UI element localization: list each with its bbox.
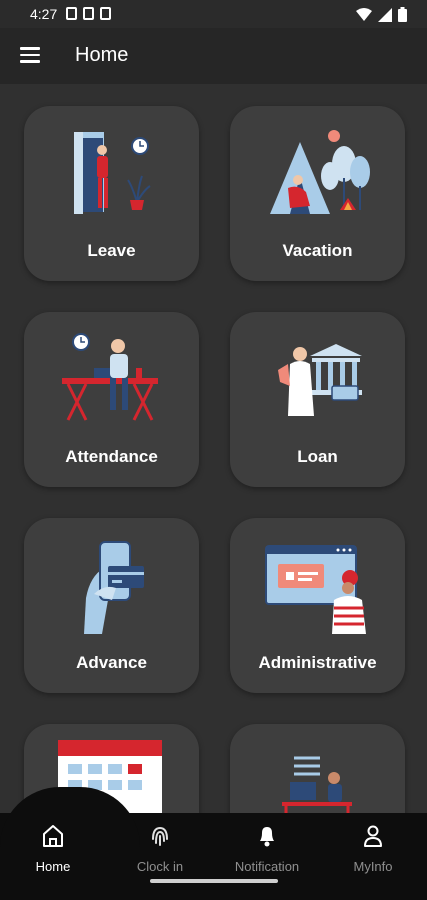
notification-icons [66,7,111,20]
bottom-navigation: Home Clock in Notification MyInfo [0,787,427,900]
status-bar: 4:27 [0,0,427,28]
nav-label: Notification [234,859,300,874]
signal-icon [378,7,392,22]
nav-label: MyInfo [353,859,393,874]
card-label: Advance [76,653,147,672]
nav-myinfo[interactable]: MyInfo [320,823,426,874]
card-label: Administrative [258,653,377,672]
wifi-icon [356,8,372,21]
attendance-card[interactable]: Attendance [24,312,199,487]
administrative-card[interactable]: Administrative [230,518,405,693]
card-label: Loan [297,447,338,466]
nav-label: Home [35,859,71,874]
workstation-illustration-icon [282,756,352,814]
card-label: Vacation [282,241,353,260]
nav-home[interactable]: Home [0,823,106,874]
loan-illustration-icon [278,344,362,416]
gesture-bar[interactable] [150,879,278,883]
nav-clock-in[interactable]: Clock in [107,823,213,874]
nav-notification[interactable]: Notification [214,823,320,874]
page-title: Home [75,44,129,66]
workstation-card[interactable] [230,724,405,814]
home-icon [43,825,63,847]
advance-illustration-icon [84,541,144,634]
advance-card[interactable]: Advance [24,518,199,693]
app-bar: Home [0,28,427,84]
person-icon [364,825,382,847]
nav-label: Clock in [136,859,184,874]
attendance-illustration-icon [62,333,158,421]
card-label: Attendance [65,447,158,466]
feature-grid: Leave Vacation Attendance Loan Advance A… [0,84,427,814]
vacation-card[interactable]: Vacation [230,106,405,281]
card-label: Leave [87,241,136,260]
gmail-icon [66,7,77,20]
fingerprint-icon [152,826,168,846]
system-icons [356,7,407,22]
leave-illustration-icon [74,132,151,214]
sim-icon [83,7,94,20]
administrative-illustration-icon [265,545,366,634]
hamburger-menu-icon[interactable] [20,47,40,63]
clipboard-icon [100,7,111,20]
vacation-illustration-icon [270,130,370,214]
battery-icon [398,7,407,22]
loan-card[interactable]: Loan [230,312,405,487]
status-time: 4:27 [30,6,58,22]
leave-card[interactable]: Leave [24,106,199,281]
bell-icon [260,827,274,847]
